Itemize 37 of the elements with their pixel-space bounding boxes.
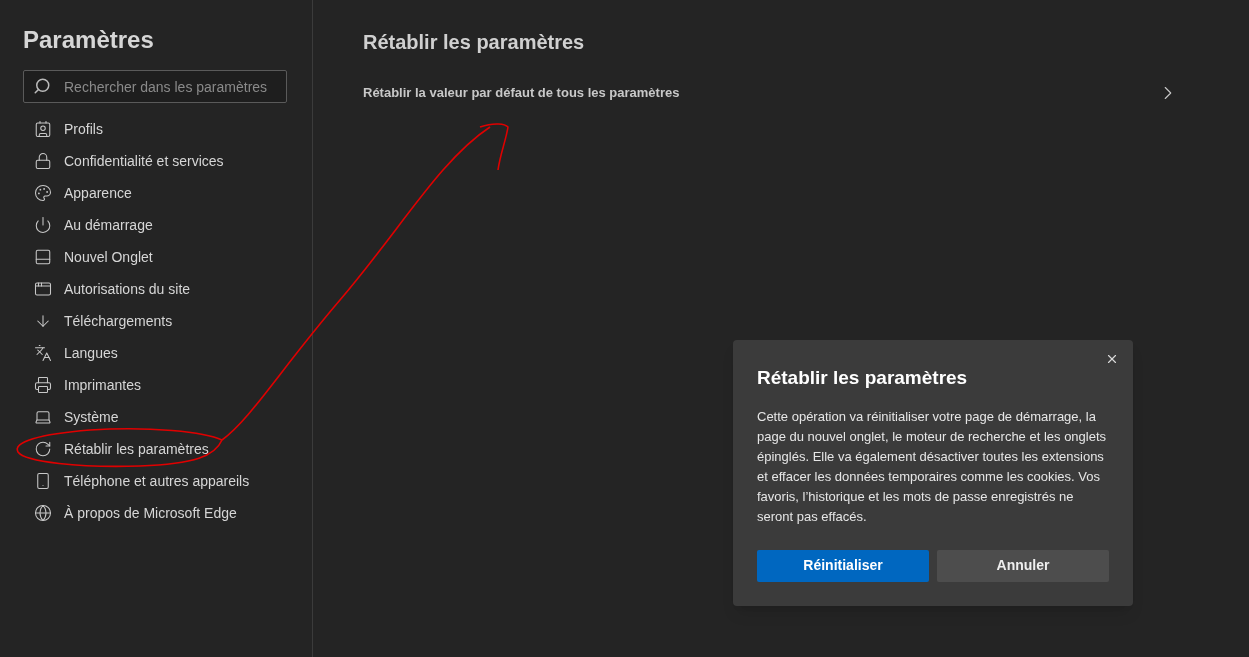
download-icon	[34, 312, 52, 330]
profile-card-icon	[34, 120, 52, 138]
sidebar-item[interactable]: Imprimantes	[23, 369, 293, 401]
circular-arrow-icon	[34, 440, 52, 458]
language-icon	[34, 344, 52, 362]
sidebar-item[interactable]: Autorisations du site	[23, 273, 293, 305]
phone-icon	[34, 472, 52, 490]
power-icon	[34, 216, 52, 234]
sidebar-item[interactable]: Rétablir les paramètres	[23, 433, 293, 465]
sidebar-item[interactable]: Système	[23, 401, 293, 433]
dialog-title: Rétablir les paramètres	[757, 366, 968, 390]
sidebar-item[interactable]: Au démarrage	[23, 209, 293, 241]
laptop-icon	[34, 408, 52, 426]
search-field[interactable]: Rechercher dans les paramètres	[23, 70, 287, 103]
reset-settings-row[interactable]: Rétablir la valeur par défaut de tous les paramètres	[363, 80, 1179, 106]
printer-icon	[34, 376, 52, 394]
dialog-message: Cette opération va réinitialiser votre page de démarrage, la page du nouvel onglet, le moteur de recherche et les onglets épinglés. Elle va également désactiver toutes les extensions et effacer les données temporaires comme les cookies. Vos favoris, l’historique et les mots de passe enregistrés ne seront pas effacés.	[757, 407, 1108, 526]
cancel-button[interactable]: Annuler	[937, 549, 1109, 582]
globe-icon	[34, 504, 52, 522]
palette-icon	[34, 184, 52, 202]
sidebar-item[interactable]: À propos de Microsoft Edge	[23, 497, 293, 529]
search-icon	[33, 77, 51, 95]
window-panel-icon	[34, 248, 52, 266]
sidebar-item[interactable]: Apparence	[23, 177, 293, 209]
close-button[interactable]	[1105, 352, 1119, 366]
lock-icon	[34, 152, 52, 170]
sidebar-item[interactable]: Confidentialité et services	[23, 145, 293, 177]
window-icon	[34, 280, 52, 298]
sidebar-item[interactable]: Téléchargements	[23, 305, 293, 337]
close-icon	[1105, 352, 1119, 366]
sidebar-item[interactable]: Profils	[23, 113, 293, 145]
sidebar-item[interactable]: Nouvel Onglet	[23, 241, 293, 273]
reset-button[interactable]: Réinitialiser	[757, 549, 929, 582]
sidebar-item[interactable]: Téléphone et autres appareils	[23, 465, 293, 497]
sidebar-title: Paramètres	[23, 25, 154, 55]
sidebar-item[interactable]: Langues	[23, 337, 293, 369]
page-title: Rétablir les paramètres	[363, 30, 585, 55]
